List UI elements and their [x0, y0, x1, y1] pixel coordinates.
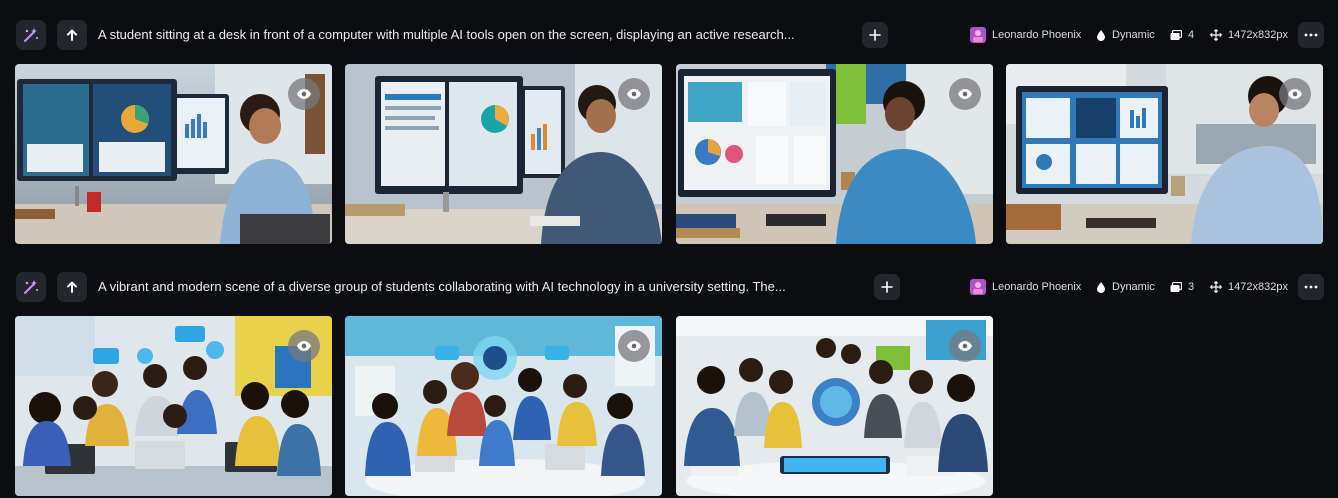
arrow-up-icon [67, 281, 77, 293]
generation-2: A vibrant and modern scene of a diverse … [0, 268, 1338, 498]
wand-sparkle-icon [24, 28, 38, 42]
drop-icon [1097, 282, 1105, 293]
generated-image[interactable] [345, 64, 662, 244]
view-button[interactable] [949, 78, 981, 110]
students-collaborating-image [15, 316, 332, 496]
generated-image[interactable] [1006, 64, 1323, 244]
remix-button[interactable] [16, 272, 46, 302]
view-button[interactable] [618, 78, 650, 110]
eye-icon [1288, 89, 1302, 99]
student-computer-image [676, 64, 993, 244]
generation-1: A student sitting at a desk in front of … [0, 16, 1338, 248]
prompt-text: A student sitting at a desk in front of … [98, 27, 795, 42]
remix-button[interactable] [16, 20, 46, 50]
add-button[interactable] [874, 274, 900, 300]
student-computer-image [345, 64, 662, 244]
view-button[interactable] [1279, 78, 1311, 110]
plus-icon [881, 281, 893, 293]
model-name: Leonardo Phoenix [992, 29, 1082, 41]
student-computer-image [1006, 64, 1323, 244]
upload-button[interactable] [57, 272, 87, 302]
model-info: Leonardo Phoenix [970, 274, 1081, 300]
leonardo-model-icon [970, 27, 986, 43]
ellipsis-icon [1304, 33, 1318, 37]
images-stack-icon [1170, 281, 1182, 292]
images-stack-icon [1170, 29, 1182, 40]
prompt-text: A vibrant and modern scene of a diverse … [98, 279, 786, 294]
eye-icon [958, 89, 972, 99]
eye-icon [627, 341, 641, 351]
dimensions-info: 1472x832px [1210, 274, 1288, 300]
eye-icon [958, 341, 972, 351]
view-button[interactable] [618, 330, 650, 362]
upload-button[interactable] [57, 20, 87, 50]
generated-image[interactable] [345, 316, 662, 496]
arrow-up-icon [67, 29, 77, 41]
students-collaborating-image [345, 316, 662, 496]
image-count: 3 [1188, 281, 1195, 293]
eye-icon [297, 89, 311, 99]
eye-icon [297, 341, 311, 351]
move-arrows-icon [1210, 281, 1222, 293]
style-info: Dynamic [1096, 22, 1155, 48]
dimensions: 1472x832px [1228, 281, 1288, 293]
image-count-info: 4 [1170, 22, 1194, 48]
students-collaborating-image [676, 316, 993, 496]
add-button[interactable] [862, 22, 888, 48]
view-button[interactable] [949, 330, 981, 362]
style-name: Dynamic [1112, 29, 1155, 41]
student-computer-image [15, 64, 332, 244]
dimensions-info: 1472x832px [1210, 22, 1288, 48]
wand-sparkle-icon [24, 280, 38, 294]
model-name: Leonardo Phoenix [992, 281, 1082, 293]
generated-image[interactable] [15, 64, 332, 244]
model-info: Leonardo Phoenix [970, 22, 1081, 48]
plus-icon [869, 29, 881, 41]
generated-image[interactable] [676, 64, 993, 244]
move-arrows-icon [1210, 29, 1222, 41]
generation-header: A vibrant and modern scene of a diverse … [0, 268, 1338, 302]
drop-icon [1097, 30, 1105, 41]
style-name: Dynamic [1112, 281, 1155, 293]
generated-image[interactable] [15, 316, 332, 496]
eye-icon [627, 89, 641, 99]
image-count-info: 3 [1170, 274, 1194, 300]
image-count: 4 [1188, 29, 1195, 41]
ellipsis-icon [1304, 285, 1318, 289]
more-options-button[interactable] [1298, 274, 1324, 300]
style-info: Dynamic [1096, 274, 1155, 300]
leonardo-model-icon [970, 279, 986, 295]
more-options-button[interactable] [1298, 22, 1324, 48]
view-button[interactable] [288, 78, 320, 110]
generated-image[interactable] [676, 316, 993, 496]
dimensions: 1472x832px [1228, 29, 1288, 41]
generation-header: A student sitting at a desk in front of … [0, 16, 1338, 50]
view-button[interactable] [288, 330, 320, 362]
